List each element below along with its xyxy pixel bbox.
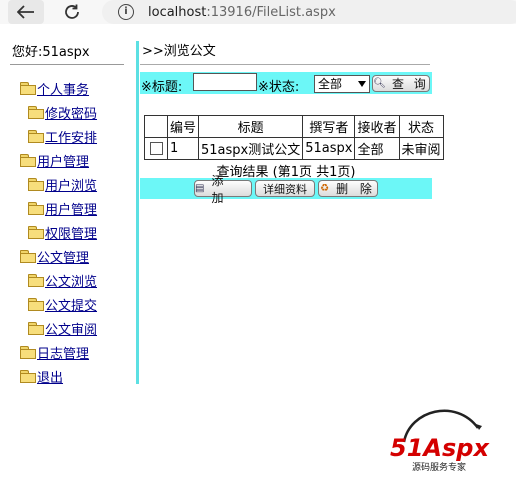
folder-icon	[28, 202, 44, 215]
reload-button[interactable]	[54, 0, 90, 24]
table-header-row: 编号 标题 撰写者 接收者 状态	[144, 115, 444, 138]
breadcrumb: >>浏览公文	[142, 44, 216, 59]
delete-button[interactable]: ♻ 删 除	[318, 180, 378, 197]
tree-node-document-review[interactable]: 公文审阅	[28, 319, 97, 338]
divider	[140, 64, 430, 65]
status-label: ※状态:	[258, 80, 300, 95]
reload-icon	[65, 4, 79, 19]
document-table: 编号 标题 撰写者 接收者 状态 1 51aspx测试公文 51aspx 全部 …	[144, 115, 444, 160]
cell-title: 51aspx测试公文	[198, 137, 304, 160]
table-row[interactable]: 1 51aspx测试公文 51aspx 全部 未审阅	[144, 137, 444, 160]
tree-node-permissions[interactable]: 权限管理	[28, 223, 97, 242]
folder-icon	[20, 154, 36, 167]
tree-node-user-management[interactable]: 用户管理	[20, 151, 89, 170]
frame-splitter[interactable]	[136, 41, 139, 384]
arrow-left-icon	[17, 5, 34, 19]
title-label: ※标题:	[141, 80, 183, 95]
tree-node-user-admin[interactable]: 用户管理	[28, 199, 97, 218]
tree-link-change-password[interactable]: 修改密码	[45, 103, 97, 122]
delete-icon: ♻	[320, 183, 334, 194]
delete-button-label: 删 除	[336, 182, 376, 196]
cell-id: 1	[166, 137, 200, 160]
header-receiver: 接收者	[354, 115, 400, 138]
row-checkbox[interactable]	[149, 142, 163, 155]
cell-receiver: 全部	[354, 137, 400, 160]
tree-link-personal[interactable]: 个人事务	[37, 79, 89, 98]
row-select-cell	[144, 137, 168, 160]
brand-logo: 51Aspx 源码服务专家	[386, 400, 516, 475]
tree-link-document-management[interactable]: 公文管理	[37, 247, 89, 266]
add-button-label: 添 加	[211, 173, 228, 205]
tree-link-document-submit[interactable]: 公文提交	[45, 295, 97, 314]
tree-node-user-browse[interactable]: 用户浏览	[28, 175, 97, 194]
folder-icon	[28, 130, 44, 143]
folder-icon	[28, 106, 44, 119]
status-select[interactable]: 全部	[314, 75, 370, 93]
cell-author: 51aspx	[302, 137, 356, 160]
browser-toolbar: i localhost :13916/FileList.aspx	[0, 0, 516, 24]
folder-icon	[28, 178, 44, 191]
magnifier-icon: 🔍︎	[373, 78, 389, 89]
tree-link-log-management[interactable]: 日志管理	[37, 343, 89, 362]
tree-node-change-password[interactable]: 修改密码	[28, 103, 97, 122]
back-button[interactable]	[8, 0, 44, 24]
logo-swoosh-icon: 51Aspx 源码服务专家	[390, 409, 490, 473]
url-path: :13916/FileList.aspx	[206, 4, 336, 20]
status-select-value: 全部	[318, 77, 343, 91]
header-author: 撰写者	[302, 115, 356, 138]
tree-link-user-admin[interactable]: 用户管理	[45, 199, 97, 218]
folder-icon	[20, 370, 36, 383]
folder-icon	[20, 82, 36, 95]
tree-node-document-submit[interactable]: 公文提交	[28, 295, 97, 314]
logo-tagline: 源码服务专家	[412, 461, 466, 473]
folder-icon	[28, 298, 44, 311]
folder-icon	[28, 322, 44, 335]
query-button[interactable]: 🔍︎ 查 询	[372, 75, 430, 92]
chevron-down-icon	[358, 81, 366, 87]
greeting-text: 您好:51aspx	[12, 45, 90, 60]
logo-text: 51Aspx	[390, 434, 490, 462]
address-bar[interactable]: i localhost :13916/FileList.aspx	[102, 0, 516, 24]
detail-button-label: 详细资料	[263, 182, 307, 196]
tree-link-permissions[interactable]: 权限管理	[45, 223, 97, 242]
folder-icon	[28, 226, 44, 239]
divider	[10, 64, 124, 65]
folder-icon	[20, 346, 36, 359]
cell-status: 未审阅	[398, 137, 444, 160]
tree-link-user-browse[interactable]: 用户浏览	[45, 175, 97, 194]
tree-link-document-review[interactable]: 公文审阅	[45, 319, 97, 338]
tree-node-logout[interactable]: 退出	[20, 367, 63, 386]
info-icon[interactable]: i	[118, 4, 134, 20]
add-button[interactable]: ▤ 添 加	[194, 174, 252, 205]
query-button-label: 查 询	[391, 77, 429, 91]
document-icon: ▤	[195, 183, 209, 194]
tree-link-user-management[interactable]: 用户管理	[37, 151, 89, 170]
header-title: 标题	[198, 115, 304, 138]
tree-node-document-management[interactable]: 公文管理	[20, 247, 89, 266]
tree-node-log-management[interactable]: 日志管理	[20, 343, 89, 362]
folder-icon	[20, 250, 36, 263]
detail-button[interactable]: 详细资料	[255, 180, 315, 197]
tree-node-personal[interactable]: 个人事务	[20, 79, 89, 98]
folder-icon	[28, 274, 44, 287]
tree-link-document-browse[interactable]: 公文浏览	[45, 271, 97, 290]
header-id: 编号	[166, 115, 200, 138]
tree-link-logout[interactable]: 退出	[37, 367, 63, 386]
header-select	[144, 115, 168, 138]
url-host: localhost	[148, 4, 207, 20]
tree-node-work-schedule[interactable]: 工作安排	[28, 127, 97, 146]
header-status: 状态	[398, 115, 444, 138]
tree-link-work-schedule[interactable]: 工作安排	[45, 127, 97, 146]
title-input[interactable]	[193, 73, 257, 91]
tree-node-document-browse[interactable]: 公文浏览	[28, 271, 97, 290]
